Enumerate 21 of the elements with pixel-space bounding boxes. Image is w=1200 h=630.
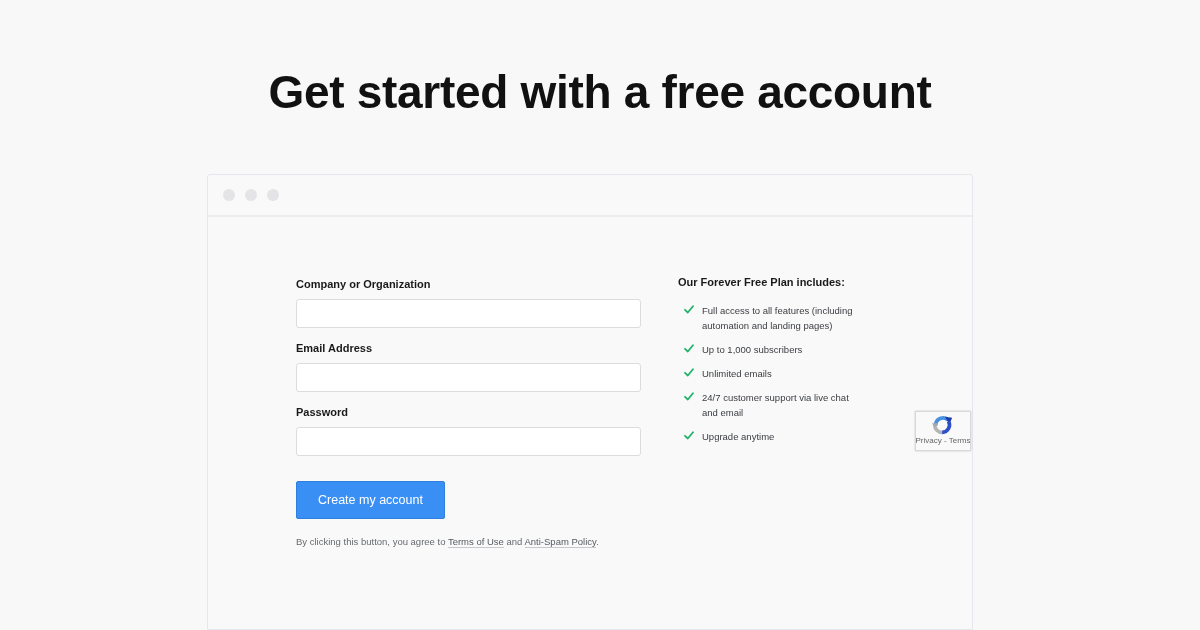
- check-icon: [684, 305, 694, 314]
- check-icon: [684, 392, 694, 401]
- plan-feature: Upgrade anytime: [702, 430, 776, 444]
- plan-feature: 24/7 customer support via live chat and email: [702, 391, 850, 420]
- terms-link[interactable]: Terms of Use: [447, 536, 504, 548]
- field-label: Company or Organization: [296, 277, 431, 291]
- check-icon: [684, 344, 694, 353]
- field-label: Password: [296, 405, 348, 419]
- terms-notice: By clicking this button, you agree to Terms of Use and Anti-Spam Policy.: [296, 535, 599, 548]
- check-icon: [684, 368, 694, 377]
- page-heading: Get started with a free account: [268, 65, 932, 120]
- input-field[interactable]: [296, 363, 641, 392]
- check-icon: [684, 431, 694, 440]
- recaptcha-caption: Privacy - Terms: [915, 436, 971, 446]
- plan-feature: Up to 1,000 subscribers: [702, 343, 804, 357]
- field-label: Email Address: [296, 341, 372, 355]
- plan-feature: Full access to all features (including automation and landing pages): [702, 304, 854, 333]
- input-field[interactable]: [296, 299, 641, 328]
- plan-feature: Unlimited emails: [702, 367, 773, 381]
- input-field[interactable]: [296, 427, 641, 456]
- plan-heading: Our Forever Free Plan includes:: [678, 275, 845, 289]
